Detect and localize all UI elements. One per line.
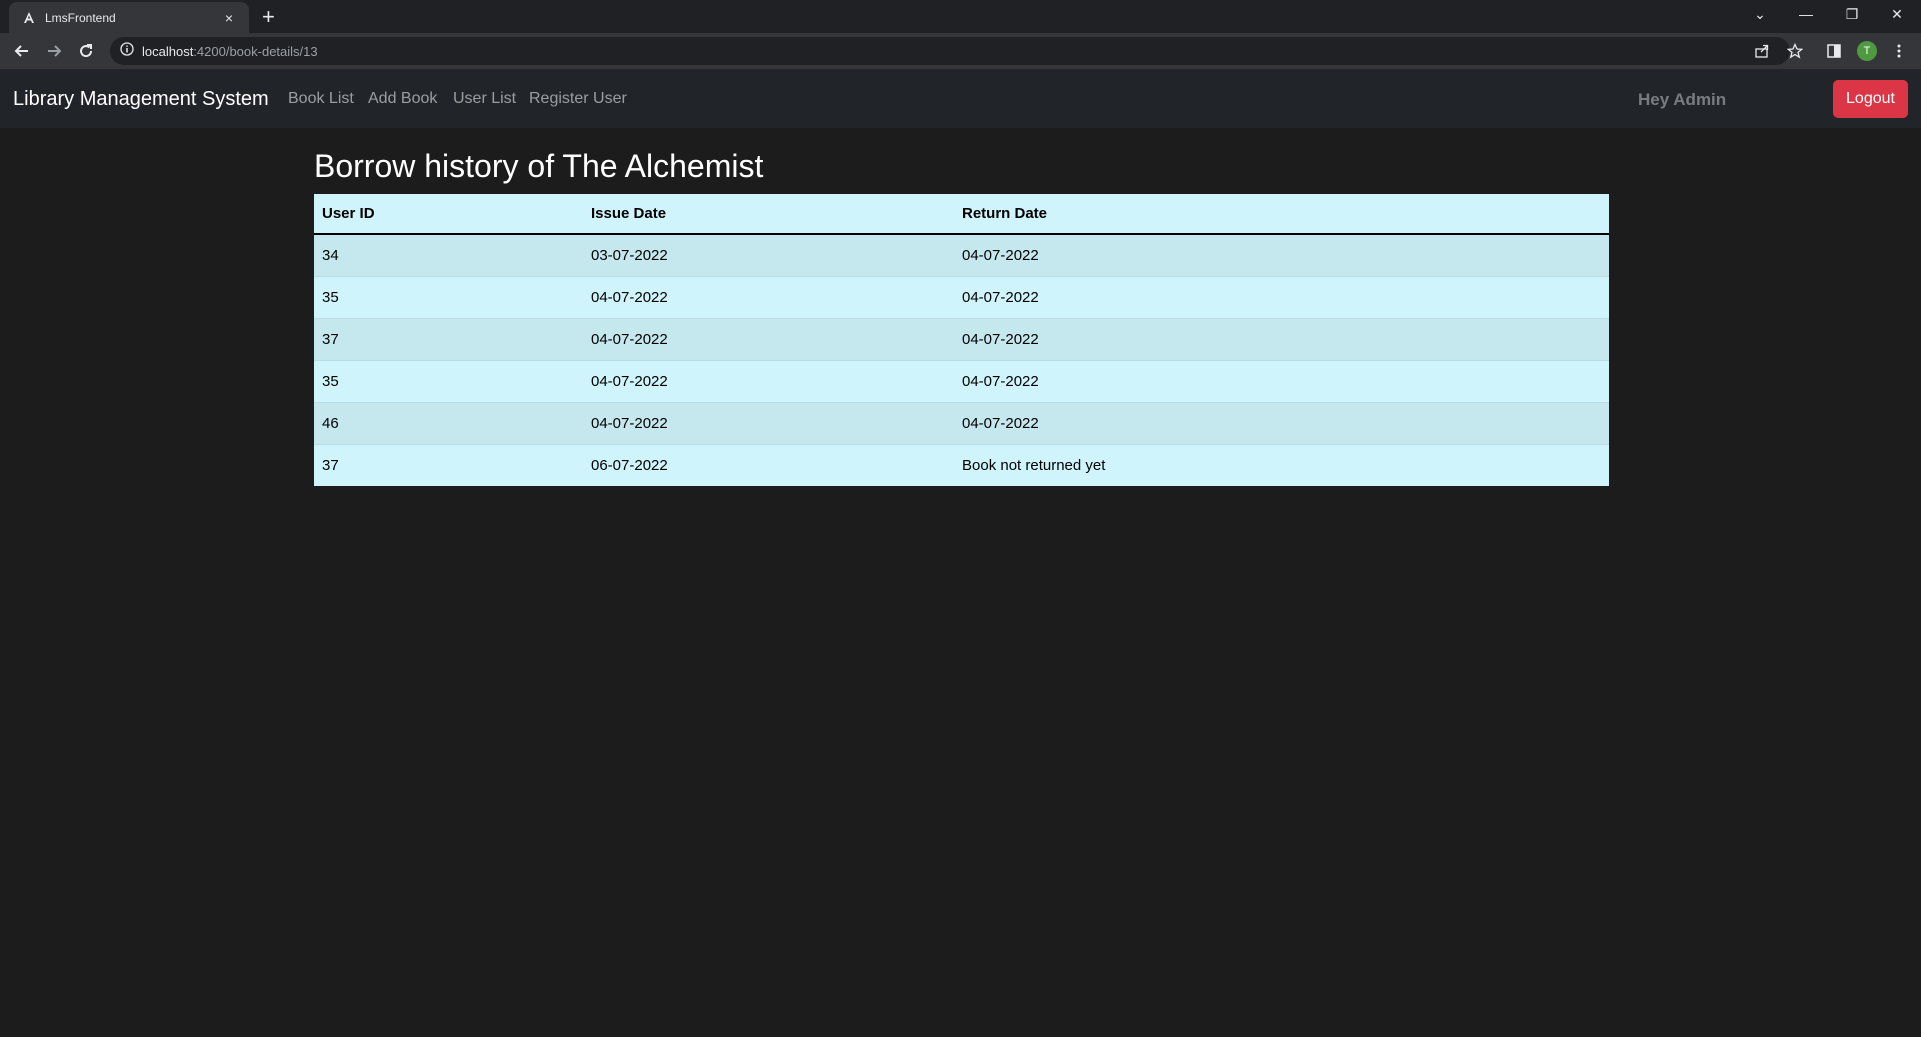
kebab-menu-icon[interactable] (1889, 41, 1909, 61)
browser-toolbar: localhost:4200/book-details/13 T (0, 33, 1921, 69)
tab-title: LmsFrontend (45, 10, 116, 25)
nav-link-book-list[interactable]: Book List (288, 90, 354, 108)
address-bar[interactable]: localhost:4200/book-details/13 (110, 37, 1790, 65)
minimize-icon[interactable]: — (1786, 4, 1826, 24)
reload-icon[interactable] (76, 41, 96, 61)
column-header-issue-date: Issue Date (583, 194, 954, 235)
cell-issue-date: 04-07-2022 (583, 317, 954, 360)
table-row: 34 03-07-2022 04-07-2022 (314, 233, 1609, 276)
url-path: :4200/book-details/13 (193, 43, 318, 59)
borrow-history-table: User ID Issue Date Return Date 34 03-07-… (314, 194, 1609, 486)
cell-issue-date: 04-07-2022 (583, 401, 954, 444)
cell-user-id: 35 (314, 359, 583, 402)
url-host: localhost (142, 43, 194, 59)
back-arrow-icon[interactable] (12, 41, 32, 61)
cell-return-date: 04-07-2022 (954, 401, 1609, 444)
angular-favicon-icon (21, 10, 37, 26)
column-header-return-date: Return Date (954, 194, 1609, 235)
site-info-icon[interactable] (120, 41, 134, 61)
table-row: 46 04-07-2022 04-07-2022 (314, 401, 1609, 444)
forward-arrow-icon[interactable] (44, 41, 64, 61)
cell-return-date: 04-07-2022 (954, 317, 1609, 360)
tab-search-icon[interactable]: ⌄ (1740, 4, 1780, 24)
restore-icon[interactable]: ❐ (1832, 4, 1872, 24)
table-row: 37 04-07-2022 04-07-2022 (314, 317, 1609, 360)
tab-close-icon[interactable]: × (221, 10, 237, 26)
column-header-user-id: User ID (314, 194, 583, 235)
user-greeting: Hey Admin (1638, 90, 1727, 109)
cell-issue-date: 04-07-2022 (583, 275, 954, 318)
app-navbar: Library Management System Book List Add … (0, 69, 1921, 128)
table-header-row: User ID Issue Date Return Date (314, 194, 1609, 235)
cell-return-date: 04-07-2022 (954, 275, 1609, 318)
cell-issue-date: 03-07-2022 (583, 233, 954, 276)
cell-return-date: 04-07-2022 (954, 359, 1609, 402)
navbar-brand[interactable]: Library Management System (13, 88, 269, 111)
table-row: 37 06-07-2022 Book not returned yet (314, 443, 1609, 486)
nav-link-register-user[interactable]: Register User (529, 90, 627, 108)
close-window-icon[interactable]: ✕ (1877, 4, 1917, 24)
cell-user-id: 37 (314, 443, 583, 486)
browser-tab[interactable]: LmsFrontend × (9, 2, 249, 33)
new-tab-button[interactable]: + (262, 6, 275, 28)
browser-tabstrip: LmsFrontend × + ⌄ — ❐ ✕ (0, 0, 1921, 33)
nav-link-add-book[interactable]: Add Book (368, 90, 437, 108)
bookmark-star-icon[interactable] (1785, 41, 1805, 61)
cell-user-id: 35 (314, 275, 583, 318)
page-title: Borrow history of The Alchemist (314, 148, 764, 184)
cell-user-id: 46 (314, 401, 583, 444)
cell-return-date: 04-07-2022 (954, 233, 1609, 276)
cell-issue-date: 04-07-2022 (583, 359, 954, 402)
table-row: 35 04-07-2022 04-07-2022 (314, 275, 1609, 318)
cell-issue-date: 06-07-2022 (583, 443, 954, 486)
profile-avatar[interactable]: T (1857, 41, 1877, 61)
cell-return-date: Book not returned yet (954, 443, 1609, 486)
logout-button[interactable]: Logout (1833, 80, 1908, 118)
nav-link-user-list[interactable]: User List (453, 90, 516, 108)
cell-user-id: 37 (314, 317, 583, 360)
share-icon[interactable] (1752, 41, 1772, 61)
side-panel-icon[interactable] (1824, 41, 1844, 61)
table-row: 35 04-07-2022 04-07-2022 (314, 359, 1609, 402)
cell-user-id: 34 (314, 233, 583, 276)
